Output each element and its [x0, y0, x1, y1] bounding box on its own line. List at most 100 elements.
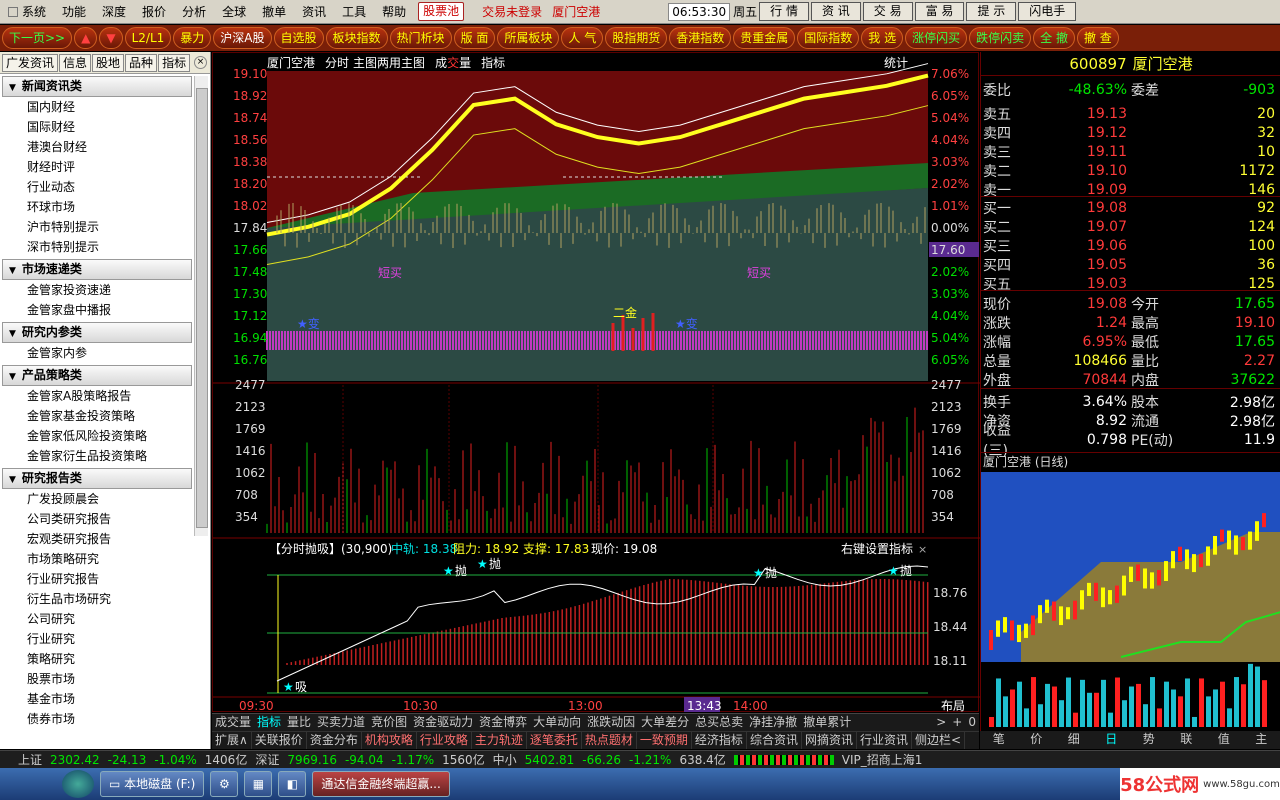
tab-indicator[interactable]: 指标: [158, 53, 191, 72]
flash-trade-button[interactable]: 闪电手: [1018, 2, 1077, 21]
quote-tab-3[interactable]: 日: [1093, 731, 1131, 749]
indicator-tab-extra-2[interactable]: 0: [965, 714, 979, 731]
news-item[interactable]: 环球市场: [0, 197, 210, 217]
indicator-tab-6[interactable]: 资金博弈: [476, 714, 530, 731]
quote-tab-5[interactable]: 联: [1168, 731, 1206, 749]
trade-button[interactable]: 交 易: [862, 2, 913, 21]
intraday-chart-area[interactable]: 厦门空港 分时 主图两用主图 成交量 指标 统计 短买 短买 二金 ★变 ★变 19.10…: [212, 52, 980, 713]
toolbar-button-7[interactable]: 板块指数: [325, 27, 388, 49]
news-item[interactable]: 港澳台财经: [0, 137, 210, 157]
indicator-tab-7[interactable]: 大单动向: [530, 714, 584, 731]
market-button[interactable]: 行 情: [759, 2, 809, 21]
news-item[interactable]: 深市特别提示: [0, 237, 210, 257]
menu-news[interactable]: 资讯: [294, 3, 334, 20]
toolbar-button-20[interactable]: 撤 查: [1076, 27, 1119, 49]
layout-button[interactable]: 布局: [941, 699, 965, 713]
toolbar-button-8[interactable]: 热门析块: [389, 27, 452, 49]
extension-tab-0[interactable]: 扩展∧: [212, 732, 252, 749]
start-button-icon[interactable]: [62, 770, 94, 798]
taskbar-app-icon-3[interactable]: ◧: [278, 771, 307, 797]
toolbar-button-19[interactable]: 全 撤: [1033, 27, 1075, 49]
tab-variety[interactable]: 品种: [125, 53, 158, 72]
menu-global[interactable]: 全球: [214, 3, 254, 20]
indicator-tab-3[interactable]: 买卖力道: [314, 714, 368, 731]
news-item[interactable]: 行业研究报告: [0, 569, 210, 589]
toolbar-button-16[interactable]: 我 选: [861, 27, 904, 49]
indicator-tab-5[interactable]: 资金驱动力: [410, 714, 476, 731]
taskbar-tdx[interactable]: 通达信金融终端超赢...: [312, 771, 450, 797]
toolbar-button-15[interactable]: 国际指数: [797, 27, 860, 49]
extension-tab-8[interactable]: 一致预期: [637, 732, 692, 749]
taskbar-app-icon[interactable]: ⚙: [210, 771, 239, 797]
news-item[interactable]: 策略研究: [0, 649, 210, 669]
news-category-4[interactable]: ▼ 研究报告类: [2, 468, 192, 489]
extension-tab-5[interactable]: 主力轨迹: [472, 732, 527, 749]
news-item[interactable]: 行业研究: [0, 629, 210, 649]
toolbar-button-13[interactable]: 香港指数: [669, 27, 732, 49]
stock-pool-tab[interactable]: 股票池: [418, 2, 465, 21]
toolbar-button-17[interactable]: 涨停闪买: [905, 27, 968, 49]
news-category-0[interactable]: ▼ 新闻资讯类: [2, 76, 192, 97]
news-item[interactable]: 金管家盘中播报: [0, 300, 210, 320]
close-icon[interactable]: ×: [194, 56, 207, 69]
news-item[interactable]: 广发投顾晨会: [0, 489, 210, 509]
news-category-1[interactable]: ▼ 市场速递类: [2, 259, 192, 280]
lower-indicator-label[interactable]: 右键设置指标: [841, 541, 913, 556]
toolbar-button-9[interactable]: 版 面: [453, 27, 496, 49]
toolbar-button-6[interactable]: 自选股: [273, 27, 324, 49]
quote-tab-6[interactable]: 值: [1205, 731, 1243, 749]
taskbar-app-icon-2[interactable]: ▦: [244, 771, 273, 797]
extension-tab-9[interactable]: 经济指标: [692, 732, 747, 749]
taskbar-explorer[interactable]: ▭ 本地磁盘 (F:): [100, 771, 205, 797]
indicator-tab-9[interactable]: 大单差分: [638, 714, 692, 731]
news-item[interactable]: 衍生品市场研究: [0, 589, 210, 609]
news-item[interactable]: 金管家A股策略报告: [0, 386, 210, 406]
indicator-tab-0[interactable]: 成交量: [212, 714, 254, 731]
indicator-tab-8[interactable]: 涨跌动因: [584, 714, 638, 731]
news-item[interactable]: 金管家衍生品投资策略: [0, 446, 210, 466]
news-item[interactable]: 基金市场: [0, 689, 210, 709]
quote-tab-0[interactable]: 笔: [980, 731, 1018, 749]
toolbar-button-1[interactable]: ▲: [74, 27, 98, 49]
news-category-2[interactable]: ▼ 研究内参类: [2, 322, 192, 343]
news-item[interactable]: 沪市特别提示: [0, 217, 210, 237]
toolbar-button-10[interactable]: 所属板块: [497, 27, 560, 49]
tab-stock-land[interactable]: 股地: [92, 53, 125, 72]
menu-tools[interactable]: 工具: [334, 3, 374, 20]
news-item[interactable]: 债券市场: [0, 709, 210, 729]
extension-tab-11[interactable]: 网摘资讯: [802, 732, 857, 749]
server-name[interactable]: VIP_招商上海1: [842, 751, 923, 768]
news-item[interactable]: 市场策略研究: [0, 549, 210, 569]
extension-tab-12[interactable]: 行业资讯: [857, 732, 912, 749]
quote-tab-2[interactable]: 细: [1055, 731, 1093, 749]
toolbar-button-12[interactable]: 股指期货: [605, 27, 668, 49]
indicator-tab-4[interactable]: 竞价图: [368, 714, 410, 731]
close-icon[interactable]: ×: [918, 543, 927, 556]
indicator-tab-2[interactable]: 量比: [284, 714, 314, 731]
extension-tab-13[interactable]: 侧边栏<: [912, 732, 966, 749]
quote-tab-1[interactable]: 价: [1018, 731, 1056, 749]
news-item[interactable]: 财经时评: [0, 157, 210, 177]
news-item[interactable]: 金管家内参: [0, 343, 210, 363]
news-item[interactable]: 公司研究: [0, 609, 210, 629]
indicator-tab-10[interactable]: 总买总卖: [692, 714, 746, 731]
news-item[interactable]: 行业动态: [0, 177, 210, 197]
extension-tab-6[interactable]: 逐笔委托: [527, 732, 582, 749]
toolbar-button-4[interactable]: 暴力: [173, 27, 212, 49]
news-item[interactable]: 金管家投资速递: [0, 280, 210, 300]
toolbar-button-2[interactable]: ▼: [99, 27, 123, 49]
alert-button[interactable]: 提 示: [966, 2, 1017, 21]
news-panel-scrollbar[interactable]: [194, 76, 208, 536]
toolbar-button-0[interactable]: 下一页>>: [2, 27, 73, 49]
news-item[interactable]: 股票市场: [0, 669, 210, 689]
indicator-tab-11[interactable]: 净挂净撤: [746, 714, 800, 731]
menu-system[interactable]: 系统: [0, 3, 54, 20]
extension-tab-7[interactable]: 热点题材: [582, 732, 637, 749]
news-item[interactable]: 国内财经: [0, 97, 210, 117]
extension-tab-2[interactable]: 资金分布: [307, 732, 362, 749]
indicator-tab-extra-1[interactable]: +: [949, 714, 965, 731]
extension-tab-3[interactable]: 机构攻略: [362, 732, 417, 749]
tab-gf-news[interactable]: 广发资讯: [2, 53, 59, 72]
indicator-tab-extra-0[interactable]: >: [933, 714, 949, 731]
quote-tab-7[interactable]: 主: [1243, 731, 1280, 749]
